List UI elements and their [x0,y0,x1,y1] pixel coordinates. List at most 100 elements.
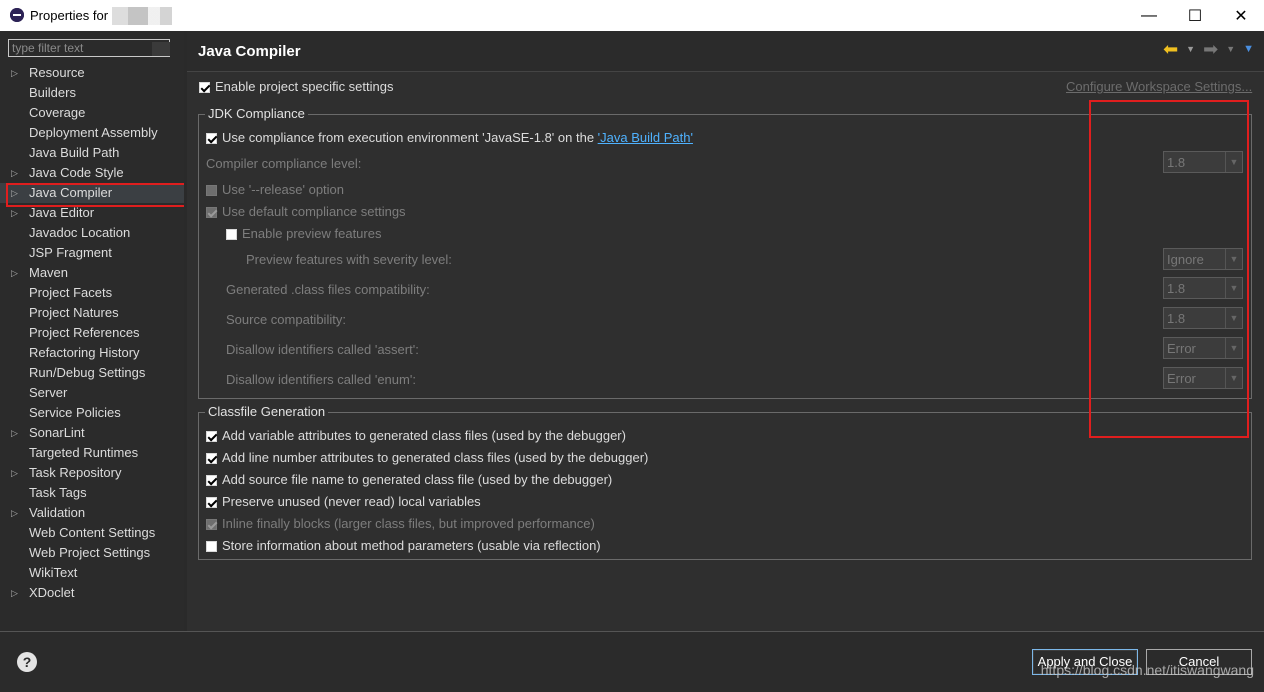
redacted-project-name [112,7,192,25]
expand-arrow-icon[interactable]: ▷ [11,503,18,523]
minimize-button[interactable]: — [1126,0,1172,31]
tree-item-javadoc-location[interactable]: Javadoc Location [0,223,184,243]
tree-item-web-project-settings[interactable]: Web Project Settings [0,543,184,563]
expand-arrow-icon[interactable]: ▷ [11,163,18,183]
view-menu-icon[interactable]: ▼ [1243,40,1254,58]
tree-item-project-facets[interactable]: Project Facets [0,283,184,303]
expand-arrow-icon[interactable]: ▷ [11,583,18,603]
tree-item-label: Web Project Settings [29,545,151,560]
add-source-file-name-label: Add source file name to generated class … [222,472,613,487]
tree-item-wikitext[interactable]: WikiText [0,563,184,583]
preview-severity-label: Preview features with severity level: [246,252,452,267]
configure-workspace-link[interactable]: Configure Workspace Settings... [1066,79,1252,94]
add-line-number-checkbox[interactable]: Add line number attributes to generated … [206,450,648,465]
add-source-file-name-checkbox[interactable]: Add source file name to generated class … [206,472,612,487]
expand-arrow-icon[interactable]: ▷ [11,463,18,483]
tree-item-project-references[interactable]: Project References [0,323,184,343]
expand-arrow-icon[interactable]: ▷ [11,423,18,443]
watermark-text: https://blog.csdn.net/itiswangwang [1040,662,1254,678]
store-method-params-checkbox[interactable]: Store information about method parameter… [206,538,601,553]
tree-item-resource[interactable]: ▷ Resource [0,63,184,83]
tree-item-label: Deployment Assembly [29,125,158,140]
preserve-unused-checkbox[interactable]: Preserve unused (never read) local varia… [206,494,481,509]
forward-menu-chevron-icon[interactable]: ▼ [1226,40,1235,58]
preserve-unused-label: Preserve unused (never read) local varia… [222,494,481,509]
tree-item-label: Coverage [29,105,86,120]
use-compliance-checkbox[interactable]: Use compliance from execution environmen… [206,130,693,145]
tree-item-targeted-runtimes[interactable]: Targeted Runtimes [0,443,184,463]
tree-item-web-content-settings[interactable]: Web Content Settings [0,523,184,543]
tree-item-project-natures[interactable]: Project Natures [0,303,184,323]
tree-item-coverage[interactable]: Coverage [0,103,184,123]
tree-item-label: Project Natures [29,305,119,320]
tree-item-task-tags[interactable]: Task Tags [0,483,184,503]
annotation-highlight-java-compiler [6,183,196,207]
tree-item-maven[interactable]: ▷ Maven [0,263,184,283]
page-title: Java Compiler [198,43,301,60]
checkbox-icon [206,497,217,508]
tree-item-label: Java Code Style [29,165,124,180]
enable-preview-checkbox[interactable]: Enable preview features [226,226,381,241]
enable-preview-label: Enable preview features [242,226,382,241]
tree-item-label: Targeted Runtimes [29,445,139,460]
add-variable-attributes-checkbox[interactable]: Add variable attributes to generated cla… [206,428,626,443]
tree-item-sonarlint[interactable]: ▷ SonarLint [0,423,184,443]
tree-item-service-policies[interactable]: Service Policies [0,403,184,423]
expand-arrow-icon[interactable]: ▷ [11,63,18,83]
inline-finally-checkbox[interactable]: Inline finally blocks (larger class file… [206,516,595,531]
properties-tree: ▷ Resource Builders Coverage Deployment Asse… [0,63,184,603]
generated-compat-label: Generated .class files compatibility: [226,282,430,297]
tree-item-task-repository[interactable]: ▷ Task Repository [0,463,184,483]
back-menu-chevron-icon[interactable]: ▼ [1186,40,1195,58]
expand-arrow-icon[interactable]: ▷ [11,263,18,283]
disallow-assert-label: Disallow identifiers called 'assert': [226,342,419,357]
page-header: Java Compiler ⬅ ▼ ➡ ▼ ▼ [187,31,1264,72]
store-method-params-label: Store information about method parameter… [222,538,601,553]
classfile-generation-title: Classfile Generation [205,404,329,419]
checkbox-icon [206,519,217,530]
filter-input[interactable]: type filter text [8,39,170,57]
close-button[interactable]: ✕ [1218,0,1264,31]
forward-arrow-icon[interactable]: ➡ [1203,40,1218,58]
annotation-highlight-combos [1089,100,1249,438]
tree-item-xdoclet[interactable]: ▷ XDoclet [0,583,184,603]
tree-item-label: WikiText [29,565,78,580]
use-compliance-label: Use compliance from execution environmen… [222,130,598,145]
tree-item-label: Run/Debug Settings [29,365,146,380]
java-build-path-link[interactable]: 'Java Build Path' [598,130,693,145]
tree-item-java-code-style[interactable]: ▷ Java Code Style [0,163,184,183]
checkbox-icon [206,541,217,552]
enable-project-specific-label: Enable project specific settings [215,79,394,94]
back-arrow-icon[interactable]: ⬅ [1163,40,1178,58]
tree-item-server[interactable]: Server [0,383,184,403]
tree-item-label: Service Policies [29,405,121,420]
tree-item-label: Refactoring History [29,345,140,360]
tree-item-refactoring-history[interactable]: Refactoring History [0,343,184,363]
add-line-number-label: Add line number attributes to generated … [222,450,649,465]
tree-item-jsp-fragment[interactable]: JSP Fragment [0,243,184,263]
tree-item-label: JSP Fragment [29,245,112,260]
tree-item-label: SonarLint [29,425,85,440]
enable-project-specific-checkbox[interactable]: Enable project specific settings [199,79,393,94]
use-default-compliance-checkbox[interactable]: Use default compliance settings [206,204,406,219]
tree-item-deployment-assembly[interactable]: Deployment Assembly [0,123,184,143]
tree-item-validation[interactable]: ▷ Validation [0,503,184,523]
help-icon[interactable]: ? [17,652,37,672]
use-default-label: Use default compliance settings [222,204,406,219]
use-release-label: Use '--release' option [222,182,345,197]
use-release-checkbox[interactable]: Use '--release' option [206,182,344,197]
tree-item-label: Web Content Settings [29,525,156,540]
tree-item-java-build-path[interactable]: Java Build Path [0,143,184,163]
tree-item-label: Server [29,385,68,400]
maximize-button[interactable]: ☐ [1172,0,1218,31]
filter-clear-icon[interactable] [152,42,170,56]
tree-item-run-debug-settings[interactable]: Run/Debug Settings [0,363,184,383]
checkbox-icon [206,207,217,218]
compiler-compliance-label: Compiler compliance level: [206,156,362,171]
tree-item-label: Resource [29,65,85,80]
checkbox-icon [206,475,217,486]
eclipse-logo-icon [10,8,24,22]
tree-item-label: Validation [29,505,86,520]
properties-nav-panel: type filter text ▷ Resource Builders Covera… [0,31,185,631]
tree-item-builders[interactable]: Builders [0,83,184,103]
